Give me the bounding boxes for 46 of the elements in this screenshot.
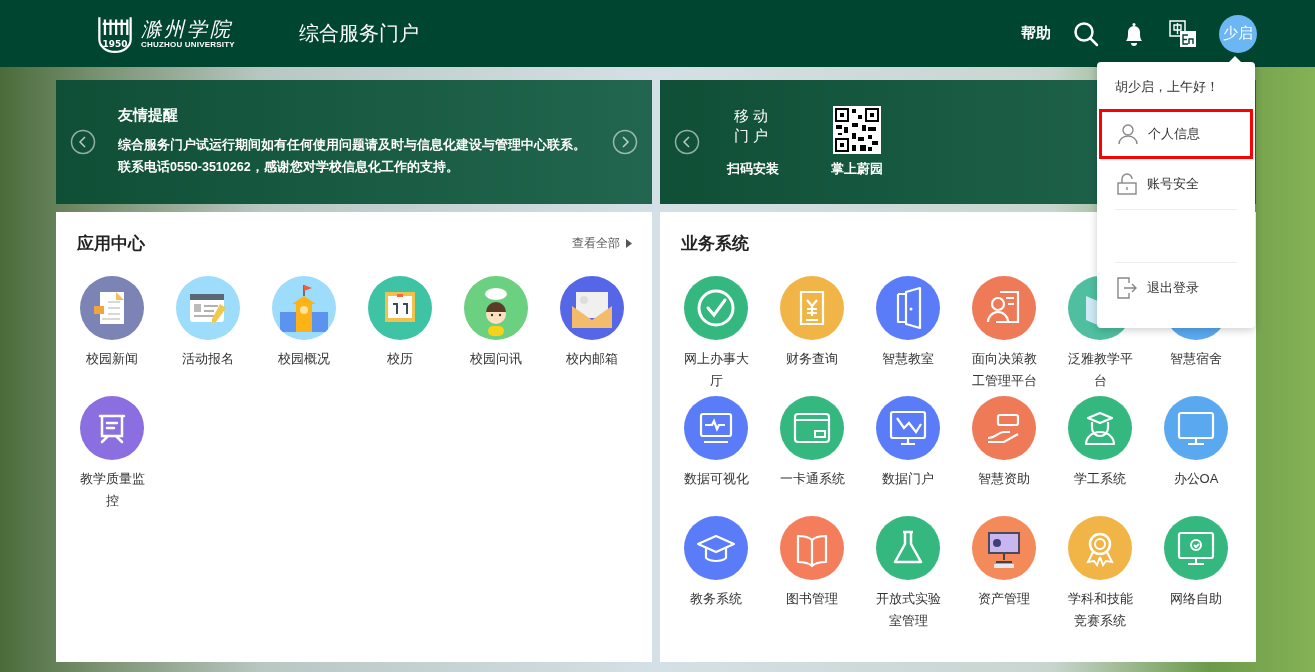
greeting-text: 胡少启，上午好！ bbox=[1114, 78, 1220, 96]
lock-icon bbox=[1117, 173, 1137, 195]
app-tile[interactable]: 网络自助 bbox=[1148, 516, 1244, 636]
app-tile[interactable]: 教务系统 bbox=[668, 516, 764, 636]
section-title: 业务系统 bbox=[681, 233, 749, 255]
app-tile[interactable]: 校历 bbox=[352, 276, 448, 396]
view-all-link[interactable]: 查看全部 bbox=[572, 235, 632, 252]
app-tile[interactable]: 财务查询 bbox=[764, 276, 860, 396]
app-tile[interactable]: 学工系统 bbox=[1052, 396, 1148, 516]
app-tile[interactable]: 校园新闻 bbox=[64, 276, 160, 396]
app-tile[interactable]: 面向决策教工管理平台 bbox=[956, 276, 1052, 396]
qr-code-icon bbox=[833, 106, 881, 154]
app-tile[interactable]: 数据可视化 bbox=[668, 396, 764, 516]
app-tile[interactable]: 网上办事大厅 bbox=[668, 276, 764, 396]
section-title: 应用中心 bbox=[77, 233, 145, 255]
app-tile[interactable]: 教学质量监控 bbox=[64, 396, 160, 516]
app-tile[interactable]: 学科和技能竞赛系统 bbox=[1052, 516, 1148, 636]
help-link[interactable]: 帮助 bbox=[1021, 24, 1051, 43]
mobile-portal-slogan: 移动 门户 bbox=[734, 106, 772, 147]
app-tile[interactable]: 校园问讯 bbox=[448, 276, 544, 396]
app-tile[interactable]: 智慧资助 bbox=[956, 396, 1052, 516]
notice-text: 联系电话0550-3510262，感谢您对学校信息化工作的支持。 bbox=[118, 159, 460, 176]
portal-title: 综合服务门户 bbox=[298, 21, 419, 46]
logout-icon bbox=[1117, 277, 1137, 299]
app-tile[interactable]: 资产管理 bbox=[956, 516, 1052, 636]
notice-text: 综合服务门户试运行期间如有任何使用问题请及时与信息化建设与管理中心联系。 bbox=[118, 137, 587, 154]
university-name-english: CHUZHOU UNIVERSITY bbox=[141, 40, 235, 49]
app-tile[interactable]: 一卡通系统 bbox=[764, 396, 860, 516]
app-tile[interactable]: 办公OA bbox=[1148, 396, 1244, 516]
qr-caption: 扫码安装 bbox=[727, 160, 779, 178]
search-icon[interactable] bbox=[1073, 20, 1099, 47]
menu-item[interactable]: 个人信息 bbox=[1099, 109, 1253, 159]
caret-icon bbox=[626, 239, 632, 248]
menu-item[interactable]: 账号安全 bbox=[1099, 159, 1253, 209]
app-tile[interactable]: 数据门户 bbox=[860, 396, 956, 516]
notice-title: 友情提醒 bbox=[118, 106, 179, 125]
person-icon bbox=[1118, 123, 1138, 145]
app-tile[interactable]: 活动报名 bbox=[160, 276, 256, 396]
university-name: 滁州学院 bbox=[141, 18, 234, 40]
app-tile[interactable]: 校内邮箱 bbox=[544, 276, 640, 396]
app-tile[interactable]: 图书管理 bbox=[764, 516, 860, 636]
app-tile[interactable]: 智慧教室 bbox=[860, 276, 956, 396]
app-tile[interactable]: 开放式实验室管理 bbox=[860, 516, 956, 636]
qr-caption: 掌上蔚园 bbox=[831, 160, 883, 178]
language-icon[interactable] bbox=[1169, 19, 1197, 48]
app-tile[interactable]: 校园概况 bbox=[256, 276, 352, 396]
